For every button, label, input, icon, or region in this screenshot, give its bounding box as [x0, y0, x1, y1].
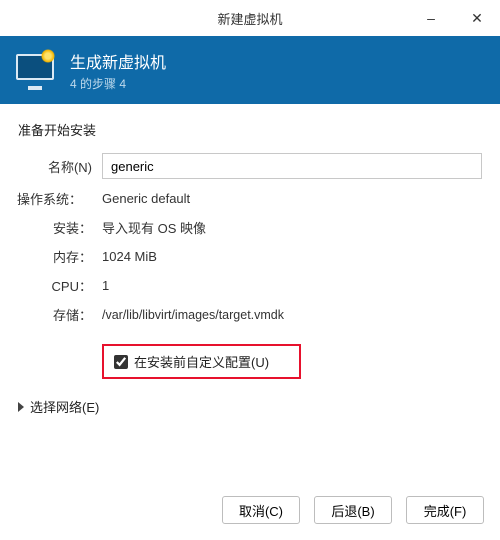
window-title: 新建虚拟机: [217, 9, 282, 28]
cpu-value: 1: [102, 278, 109, 293]
titlebar: 新建虚拟机 – ✕: [0, 0, 500, 36]
row-name: 名称(N): [18, 153, 482, 179]
network-label: 选择网络(E): [30, 397, 99, 416]
banner-step: 4 的步骤 4: [70, 75, 166, 92]
row-cpu: CPU： 1: [18, 276, 482, 295]
install-label: 安装：: [18, 218, 92, 237]
cpu-label: CPU：: [18, 276, 92, 295]
row-install: 安装： 导入现有 OS 映像: [18, 218, 482, 237]
memory-label: 内存：: [18, 247, 92, 266]
row-storage: 存储： /var/lib/libvirt/images/target.vmdk: [18, 305, 482, 324]
storage-label: 存储：: [18, 305, 92, 324]
customize-checkbox[interactable]: [114, 355, 128, 369]
row-os: 操作系统： Generic default: [18, 189, 482, 208]
network-expander[interactable]: 选择网络(E): [18, 397, 482, 416]
vm-monitor-icon: [16, 52, 56, 88]
chevron-right-icon: [18, 402, 24, 412]
cancel-button[interactable]: 取消(C): [222, 496, 300, 524]
banner-text: 生成新虚拟机 4 的步骤 4: [70, 49, 166, 92]
back-button[interactable]: 后退(B): [314, 496, 392, 524]
content-area: 准备开始安装 名称(N) 操作系统： Generic default 安装： 导…: [0, 104, 500, 482]
customize-before-install[interactable]: 在安装前自定义配置(U): [102, 344, 301, 379]
banner-heading: 生成新虚拟机: [70, 49, 166, 73]
ready-label: 准备开始安装: [18, 120, 482, 139]
footer: 取消(C) 后退(B) 完成(F): [0, 482, 500, 540]
finish-button[interactable]: 完成(F): [406, 496, 484, 524]
minimize-button[interactable]: –: [408, 0, 454, 36]
name-input[interactable]: [102, 153, 482, 179]
row-memory: 内存： 1024 MiB: [18, 247, 482, 266]
wizard-banner: 生成新虚拟机 4 的步骤 4: [0, 36, 500, 104]
install-value: 导入现有 OS 映像: [102, 218, 206, 237]
os-value: Generic default: [102, 191, 190, 206]
name-label: 名称(N): [18, 157, 92, 176]
customize-label: 在安装前自定义配置(U): [134, 352, 269, 371]
memory-value: 1024 MiB: [102, 249, 157, 264]
storage-value: /var/lib/libvirt/images/target.vmdk: [102, 308, 284, 322]
window-controls: – ✕: [408, 0, 500, 36]
os-label: 操作系统：: [8, 189, 82, 208]
close-button[interactable]: ✕: [454, 0, 500, 36]
